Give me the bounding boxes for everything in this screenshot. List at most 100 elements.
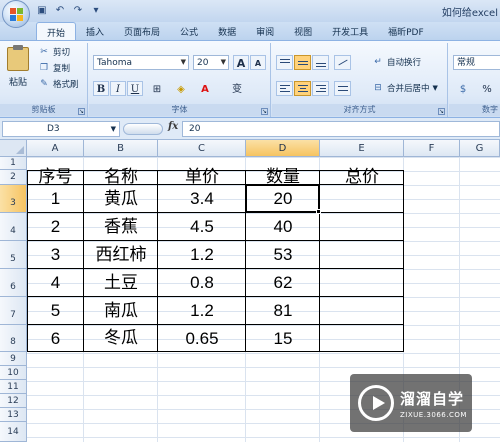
dialog-launcher-icon[interactable]: ↘ <box>78 108 85 115</box>
cell-b6[interactable]: 土豆 <box>84 269 158 297</box>
tab-view[interactable]: 视图 <box>284 22 322 40</box>
column-header-f[interactable]: F <box>404 140 460 157</box>
tab-formulas[interactable]: 公式 <box>170 22 208 40</box>
currency-icon[interactable]: $ <box>455 81 471 96</box>
font-color-icon[interactable]: A <box>197 81 213 96</box>
cell-e6[interactable] <box>320 269 404 297</box>
tab-foxit-pdf[interactable]: 福昕PDF <box>378 22 434 40</box>
align-center-icon[interactable] <box>294 81 311 96</box>
cell-c7[interactable]: 1.2 <box>158 297 246 325</box>
cell-d6[interactable]: 62 <box>246 269 320 297</box>
undo-icon[interactable]: ↶ <box>52 3 68 18</box>
office-button[interactable] <box>2 0 30 28</box>
row-header-6[interactable]: 6 <box>0 269 27 297</box>
formula-bar-resize-handle[interactable] <box>123 123 163 135</box>
row-header-12[interactable]: 12 <box>0 394 27 408</box>
row-header-11[interactable]: 11 <box>0 380 27 394</box>
column-header-a[interactable]: A <box>27 140 84 157</box>
insert-function-icon[interactable]: fx <box>168 121 178 132</box>
font-name-combo[interactable]: Tahoma ▼ <box>93 55 189 70</box>
copy-button[interactable]: ❐ 复制 <box>38 61 70 75</box>
align-top-icon[interactable] <box>276 55 293 70</box>
cell-e4[interactable] <box>320 213 404 241</box>
tab-home[interactable]: 开始 <box>36 22 77 40</box>
dialog-launcher-icon[interactable]: ↘ <box>438 108 445 115</box>
select-all-button[interactable] <box>0 140 27 157</box>
fill-color-icon[interactable]: ◈ <box>173 81 189 96</box>
formula-input[interactable]: 20 <box>182 121 500 137</box>
percent-button[interactable]: % <box>479 81 495 96</box>
italic-button[interactable]: I <box>110 81 126 96</box>
tab-page-layout[interactable]: 页面布局 <box>114 22 170 40</box>
cell-d8[interactable]: 15 <box>246 325 320 352</box>
row-header-3[interactable]: 3 <box>0 185 27 213</box>
cell-b7[interactable]: 南瓜 <box>84 297 158 325</box>
cut-button[interactable]: ✂ 剪切 <box>38 45 70 59</box>
row-header-2[interactable]: 2 <box>0 170 27 185</box>
row-header-8[interactable]: 8 <box>0 325 27 352</box>
cell-e5[interactable] <box>320 241 404 269</box>
merge-center-button[interactable]: ⊟ 合并后居中 ▼ <box>372 81 438 95</box>
cell-e8[interactable] <box>320 325 404 352</box>
tab-developer[interactable]: 开发工具 <box>322 22 378 40</box>
chevron-down-icon[interactable]: ▾ <box>88 3 104 18</box>
font-size-combo[interactable]: 20 ▼ <box>193 55 229 70</box>
shrink-font-button[interactable]: A <box>250 55 266 70</box>
tab-insert[interactable]: 插入 <box>76 22 114 40</box>
column-header-b[interactable]: B <box>84 140 158 157</box>
cell-b8[interactable]: 冬瓜 <box>84 325 158 352</box>
cell-a7[interactable]: 5 <box>27 297 84 325</box>
row-header-4[interactable]: 4 <box>0 213 27 241</box>
grow-font-button[interactable]: A <box>233 55 249 70</box>
column-header-d[interactable]: D <box>246 140 320 157</box>
cell-b5[interactable]: 西红柿 <box>84 241 158 269</box>
tab-review[interactable]: 审阅 <box>246 22 284 40</box>
cell-a8[interactable]: 6 <box>27 325 84 352</box>
name-box[interactable]: D3 ▼ <box>2 121 120 137</box>
cell-b4[interactable]: 香蕉 <box>84 213 158 241</box>
cell-a5[interactable]: 3 <box>27 241 84 269</box>
cell-d7[interactable]: 81 <box>246 297 320 325</box>
cell-b3[interactable]: 黄瓜 <box>84 185 158 213</box>
cell-e7[interactable] <box>320 297 404 325</box>
cell-c6[interactable]: 0.8 <box>158 269 246 297</box>
bold-button[interactable]: B <box>93 81 109 96</box>
format-painter-button[interactable]: ✎ 格式刷 <box>38 77 78 91</box>
borders-icon[interactable]: ⊞ <box>149 81 165 96</box>
active-cell-indicator[interactable] <box>245 184 320 213</box>
decrease-indent-icon[interactable] <box>334 81 351 96</box>
cell-a6[interactable]: 4 <box>27 269 84 297</box>
row-header-7[interactable]: 7 <box>0 297 27 325</box>
cell-a4[interactable]: 2 <box>27 213 84 241</box>
align-left-icon[interactable] <box>276 81 293 96</box>
column-header-c[interactable]: C <box>158 140 246 157</box>
redo-icon[interactable]: ↷ <box>70 3 86 18</box>
align-middle-icon[interactable] <box>294 55 311 70</box>
cell-c5[interactable]: 1.2 <box>158 241 246 269</box>
column-header-e[interactable]: E <box>320 140 404 157</box>
wrap-text-button[interactable]: ↵ 自动换行 <box>372 55 421 69</box>
cell-c4[interactable]: 4.5 <box>158 213 246 241</box>
cell-c3[interactable]: 3.4 <box>158 185 246 213</box>
column-header-g[interactable]: G <box>460 140 500 157</box>
row-header-1[interactable]: 1 <box>0 157 27 170</box>
paste-button[interactable]: 粘贴 <box>4 45 32 97</box>
fill-handle[interactable] <box>316 209 321 214</box>
number-format-combo[interactable]: 常规 <box>453 55 500 70</box>
cell-d4[interactable]: 40 <box>246 213 320 241</box>
row-header-14[interactable]: 14 <box>0 422 27 442</box>
row-header-9[interactable]: 9 <box>0 352 27 366</box>
align-bottom-icon[interactable] <box>312 55 329 70</box>
phonetic-guide-button[interactable]: 变 <box>225 81 249 96</box>
cell-a3[interactable]: 1 <box>27 185 84 213</box>
underline-button[interactable]: U <box>127 81 143 96</box>
row-header-10[interactable]: 10 <box>0 366 27 380</box>
cell-c8[interactable]: 0.65 <box>158 325 246 352</box>
tab-data[interactable]: 数据 <box>208 22 246 40</box>
save-icon[interactable]: ▣ <box>34 3 50 18</box>
cell-e3[interactable] <box>320 185 404 213</box>
row-header-5[interactable]: 5 <box>0 241 27 269</box>
cell-d5[interactable]: 53 <box>246 241 320 269</box>
align-right-icon[interactable] <box>312 81 329 96</box>
row-header-13[interactable]: 13 <box>0 408 27 422</box>
